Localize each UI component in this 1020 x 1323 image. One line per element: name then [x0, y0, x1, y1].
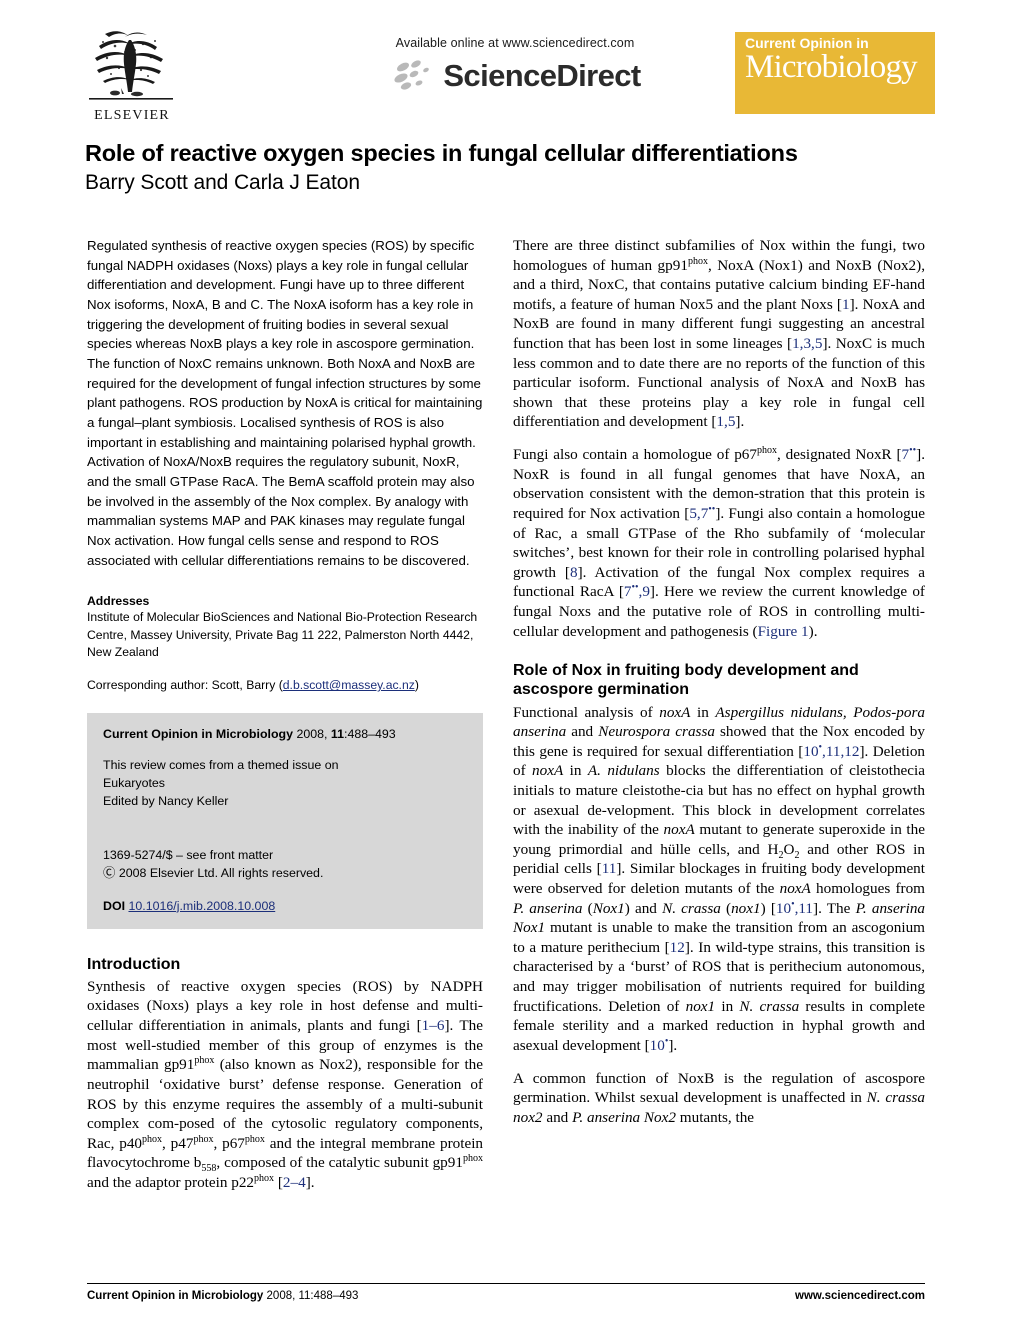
themed-issue-info: This review comes from a themed issue on…: [103, 757, 467, 811]
journal-badge-title: Microbiology: [745, 49, 918, 86]
journal-citation-volume: 11: [330, 726, 345, 741]
copyright-line: Ⓒ 2008 Elsevier Ltd. All rights reserved…: [103, 865, 324, 880]
elsevier-logo: ELSEVIER: [85, 24, 183, 128]
journal-badge: Current Opinion in Microbiology: [735, 32, 935, 114]
nox-fruiting-heading: Role of Nox in fruiting body development…: [513, 661, 925, 699]
doi-label: DOI: [103, 898, 126, 913]
themed-line-1: This review comes from a themed issue on: [103, 757, 339, 772]
addresses-text: Institute of Molecular BioSciences and N…: [87, 610, 478, 660]
abstract-text: Regulated synthesis of reactive oxygen s…: [87, 238, 483, 568]
available-online-text: Available online at www.sciencedirect.co…: [395, 36, 635, 50]
front-matter-line: 1369-5274/$ – see front matter: [103, 847, 274, 862]
page-title: Role of reactive oxygen species in funga…: [85, 140, 798, 166]
author-list: Barry Scott and Carla J Eaton: [85, 171, 360, 195]
right-paragraph-4: A common function of NoxB is the regulat…: [513, 1069, 925, 1126]
journal-citation-name: Current Opinion in Microbiology: [103, 726, 293, 741]
elsevier-tree-icon: [87, 26, 175, 100]
corresponding-suffix: ): [414, 678, 419, 693]
footer-journal-name: Current Opinion in Microbiology: [87, 1290, 264, 1302]
elsevier-wordmark: ELSEVIER: [94, 108, 170, 123]
journal-citation-year: 2008,: [296, 726, 328, 741]
sciencedirect-wordmark: ScienceDirect: [443, 58, 641, 93]
page-footer: Current Opinion in Microbiology 2008, 11…: [87, 1283, 925, 1302]
themed-line-3: Edited by Nancy Keller: [103, 793, 229, 808]
doi-link[interactable]: 10.1016/j.mib.2008.10.008: [128, 899, 275, 913]
right-paragraph-3: Functional analysis of noxA in Aspergill…: [513, 703, 926, 1054]
introduction-heading: Introduction: [87, 955, 181, 973]
sciencedirect-block: Available online at www.sciencedirect.co…: [345, 36, 685, 94]
addresses-heading: Addresses: [87, 594, 150, 609]
intro-paragraph-1: Synthesis of reactive oxygen species (RO…: [87, 977, 484, 1191]
article-page: ELSEVIER Available online at www.science…: [0, 0, 1020, 1323]
left-column: Regulated synthesis of reactive oxygen s…: [87, 236, 483, 1206]
nox-fruiting-heading-line2: ascospore germination: [513, 681, 690, 699]
footer-citation-detail: 2008, 11:488–493: [263, 1290, 359, 1302]
front-matter-block: 1369-5274/$ – see front matter Ⓒ 2008 El…: [103, 847, 467, 883]
nox-fruiting-heading-line1: Role of Nox in fruiting body development…: [513, 662, 859, 680]
right-paragraph-1: There are three distinct subfamilies of …: [513, 237, 925, 431]
footer-website: www.sciencedirect.com: [795, 1290, 925, 1302]
title-block: Role of reactive oxygen species in funga…: [85, 140, 935, 195]
masthead: ELSEVIER Available online at www.science…: [85, 22, 935, 130]
right-paragraph-2: Fungi also contain a homologue of p67pho…: [513, 445, 925, 640]
journal-citation-pages: :488–493: [344, 726, 396, 741]
sciencedirect-swoosh-icon: [394, 60, 430, 90]
right-column: There are three distinct subfamilies of …: [513, 236, 925, 1140]
journal-info-box: Current Opinion in Microbiology 2008, 11…: [87, 712, 483, 929]
themed-line-2: Eukaryotes: [103, 775, 165, 790]
corresponding-author: Corresponding author: Scott, Barry (d.b.…: [87, 677, 483, 694]
corresponding-email-link[interactable]: d.b.scott@massey.ac.nz: [283, 678, 415, 692]
footer-citation: Current Opinion in Microbiology 2008, 11…: [87, 1290, 358, 1302]
doi-block: DOI 10.1016/j.mib.2008.10.008: [103, 899, 467, 913]
journal-citation: Current Opinion in Microbiology 2008, 11…: [103, 727, 467, 741]
corresponding-prefix: Corresponding author: Scott, Barry (: [87, 678, 283, 693]
